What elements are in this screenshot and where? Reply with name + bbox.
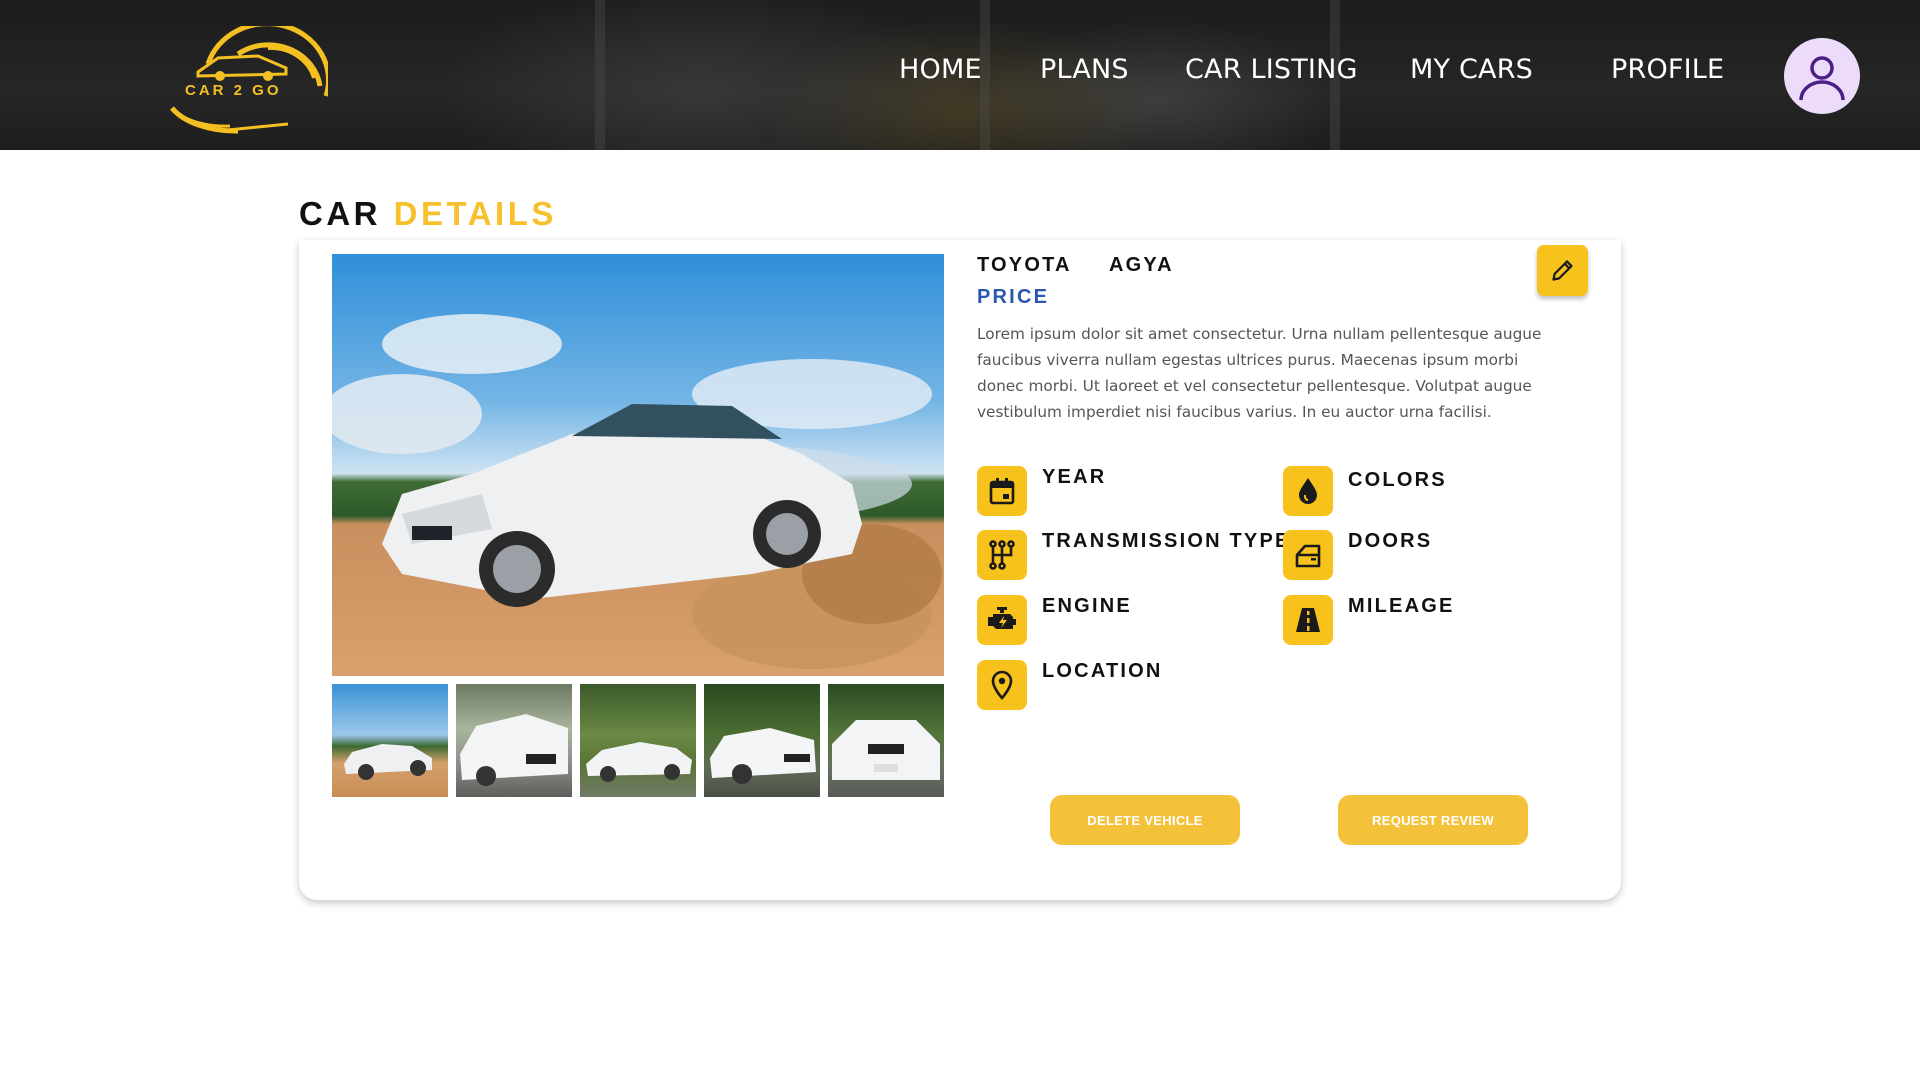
- background-decoration: [595, 0, 605, 150]
- thumbnail-5[interactable]: [828, 684, 944, 797]
- car-logo-icon: [170, 21, 332, 134]
- map-pin-icon: [977, 660, 1027, 710]
- page-title: CAR DETAILS: [299, 195, 557, 233]
- spec-label: TRANSMISSION TYPE: [1042, 530, 1291, 552]
- edit-button[interactable]: [1537, 245, 1588, 296]
- nav-home[interactable]: HOME: [899, 54, 982, 85]
- spec-label: DOORS: [1348, 530, 1433, 552]
- request-review-button[interactable]: REQUEST REVIEW: [1338, 795, 1528, 845]
- thumbnail-car-graphic: [460, 714, 568, 786]
- car-description: Lorem ipsum dolor sit amet consectetur. …: [977, 325, 1542, 421]
- spec-label: YEAR: [1042, 466, 1107, 488]
- gearshift-icon: [977, 530, 1027, 580]
- thumbnail-car-graphic: [586, 742, 692, 782]
- thumbnail-4[interactable]: [704, 684, 820, 797]
- top-navbar: CAR 2 GO HOME PLANS CAR LISTING MY CARS …: [0, 0, 1920, 150]
- car-door-icon: [1283, 530, 1333, 580]
- thumbnail-3[interactable]: [580, 684, 696, 797]
- car-photo-illustration: [332, 314, 942, 669]
- thumbnail-2[interactable]: [456, 684, 572, 797]
- drop-icon: [1283, 466, 1333, 516]
- spec-label: MILEAGE: [1348, 595, 1455, 617]
- car-make: TOYOTA: [977, 254, 1072, 276]
- delete-vehicle-button[interactable]: DELETE VEHICLE: [1050, 795, 1240, 845]
- thumbnail-1[interactable]: [332, 684, 448, 797]
- pencil-icon: [1552, 260, 1573, 281]
- logo-text: CAR 2 GO: [185, 82, 282, 99]
- price-label: PRICE: [977, 286, 1050, 308]
- thumbnail-car-graphic: [344, 744, 432, 780]
- road-icon: [1283, 595, 1333, 645]
- spec-label: ENGINE: [1042, 595, 1132, 617]
- nav-plans[interactable]: PLANS: [1040, 54, 1129, 85]
- nav-my-cars[interactable]: MY CARS: [1410, 54, 1533, 85]
- brand-logo[interactable]: CAR 2 GO: [168, 21, 332, 136]
- calendar-icon: [977, 466, 1027, 516]
- thumbnail-car-graphic: [832, 720, 940, 780]
- thumbnail-strip: [332, 684, 944, 797]
- nav-car-listing[interactable]: CAR LISTING: [1185, 54, 1358, 85]
- page-title-part1: CAR: [299, 195, 381, 232]
- avatar[interactable]: [1784, 38, 1860, 114]
- nav-profile[interactable]: PROFILE: [1611, 54, 1724, 85]
- page-title-part2: DETAILS: [393, 195, 557, 232]
- engine-icon: [977, 595, 1027, 645]
- thumbnail-car-graphic: [710, 728, 816, 784]
- user-icon: [1799, 56, 1845, 101]
- spec-label: COLORS: [1348, 469, 1447, 491]
- car-model: AGYA: [1109, 254, 1174, 276]
- spec-label: LOCATION: [1042, 660, 1163, 682]
- main-car-photo: [332, 254, 944, 676]
